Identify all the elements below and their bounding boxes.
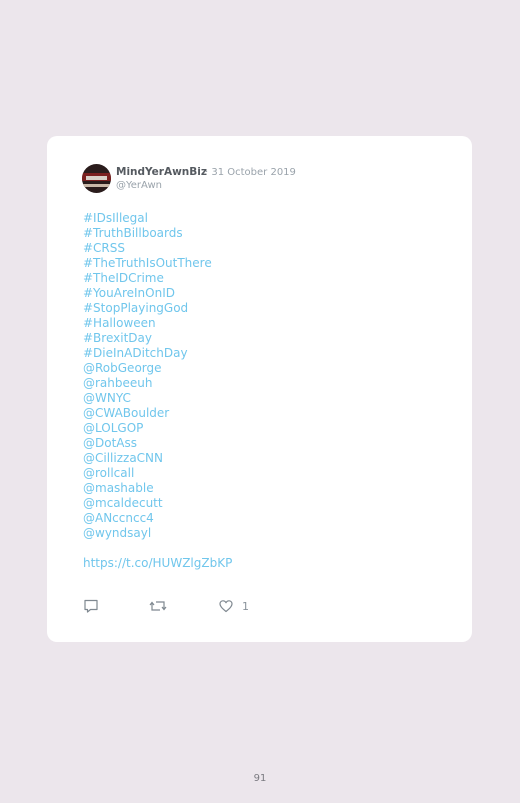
mention-link[interactable]: @rahbeeuh [83,376,212,391]
hashtag-link[interactable]: #TheTruthIsOutThere [83,256,212,271]
user-handle[interactable]: @YerAwn [116,180,162,191]
retweet-button[interactable] [149,598,167,614]
tweet-body: #IDsIllegal #TruthBillboards #CRSS #TheTrut… [83,211,212,541]
hashtag-link[interactable]: #CRSS [83,241,212,256]
avatar[interactable] [82,164,111,193]
tweet-card: MindYerAwnBiz · 31 October 2019 @YerAwn … [47,136,472,642]
reply-button[interactable] [83,598,99,614]
hashtag-link[interactable]: #TheIDCrime [83,271,212,286]
hashtag-link[interactable]: #TruthBillboards [83,226,212,241]
mention-link[interactable]: @WNYC [83,391,212,406]
mention-link[interactable]: @ANccncc4 [83,511,212,526]
mention-link[interactable]: @mcaldecutt [83,496,212,511]
mention-link[interactable]: @LOLGOP [83,421,212,436]
like-button[interactable]: 1 [218,598,249,614]
retweet-icon [149,601,167,611]
tweet-link[interactable]: https://t.co/HUWZlgZbKP [83,556,232,571]
hashtag-link[interactable]: #YouAreInOnID [83,286,212,301]
hashtag-link[interactable]: #Halloween [83,316,212,331]
mention-link[interactable]: @CWABoulder [83,406,212,421]
mention-link[interactable]: @wyndsayl [83,526,212,541]
hashtag-link[interactable]: #DieInADitchDay [83,346,212,361]
mention-link[interactable]: @DotAss [83,436,212,451]
like-count: 1 [242,599,249,613]
page-number: 91 [253,773,267,784]
heart-icon [219,600,233,613]
mention-link[interactable]: @mashable [83,481,212,496]
mention-link[interactable]: @RobGeorge [83,361,212,376]
mention-link[interactable]: @rollcall [83,466,212,481]
tweet-date: · 31 October 2019 [205,167,296,178]
hashtag-link[interactable]: #StopPlayingGod [83,301,212,316]
mention-link[interactable]: @CillizzaCNN [83,451,212,466]
reply-icon [84,599,98,613]
hashtag-link[interactable]: #BrexitDay [83,331,212,346]
hashtag-link[interactable]: #IDsIllegal [83,211,212,226]
user-name[interactable]: MindYerAwnBiz [116,166,207,178]
